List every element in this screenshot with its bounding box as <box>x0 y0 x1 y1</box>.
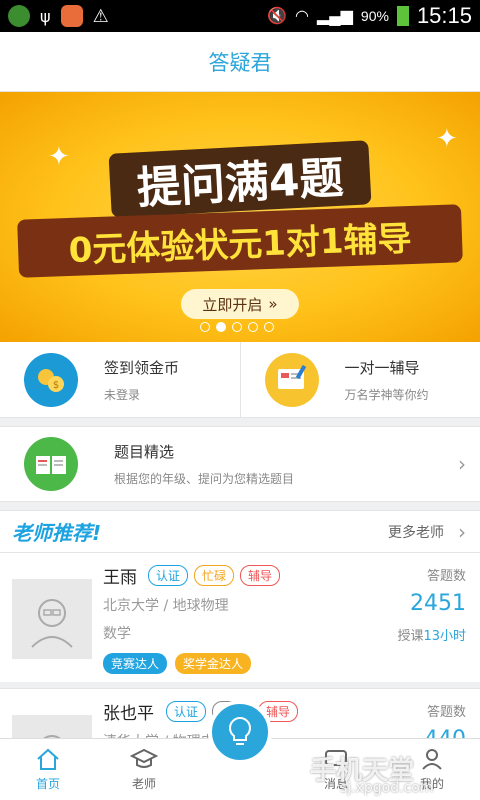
tag-tutoring: 辅导 <box>240 565 281 586</box>
book-icon <box>24 437 78 491</box>
tab-teachers-label: 老师 <box>131 777 156 791</box>
tutor-time: 授课13小时 <box>397 625 466 644</box>
answer-count-label: 答题数 <box>426 569 466 584</box>
double-chevron-icon: » <box>268 295 278 313</box>
usb-icon: ψ <box>40 6 51 26</box>
teacher-name: 王雨 <box>103 568 137 588</box>
promo-banner[interactable]: ✦ ✦ 提问满4题 0元体验状元1对1辅导 立即开启 » <box>0 92 480 342</box>
app-header: 答疑君 <box>0 32 480 92</box>
home-icon <box>37 748 59 770</box>
lightbulb-icon <box>229 716 251 745</box>
carousel-dot[interactable] <box>248 322 258 332</box>
teacher-recommend-title: 老师推荐! <box>12 521 102 545</box>
teacher-avatar <box>12 579 92 659</box>
carousel-indicator <box>200 322 274 332</box>
status-bar: ψ ⚠ 🔇 ◠ ▂▄▆ 90% 15:15 <box>0 0 480 32</box>
badge-scholarship: 奖学金达人 <box>175 653 252 674</box>
banner-start-button[interactable]: 立即开启 » <box>181 289 299 319</box>
store-notification-icon <box>60 5 83 27</box>
tag-status: 忙碌 <box>194 565 235 586</box>
ask-question-button[interactable] <box>208 700 272 764</box>
tutoring-button[interactable]: 一对一辅导 万名学神等你约 <box>239 342 480 417</box>
badge-competition: 竞赛达人 <box>103 653 168 674</box>
app-notification-icon <box>8 5 30 27</box>
more-teachers-link[interactable]: 更多老师 <box>388 522 444 542</box>
answer-count-label: 答题数 <box>426 705 466 720</box>
svg-text:$: $ <box>53 380 59 391</box>
tag-verified: 认证 <box>166 701 207 722</box>
teacher-name: 张也平 <box>103 704 154 724</box>
featured-subtitle: 根据您的年级、提问为您精选题目 <box>114 472 295 486</box>
chevron-right-icon: › <box>458 519 466 544</box>
banner-headline: 提问满4题 <box>108 140 372 218</box>
battery-icon <box>396 6 409 26</box>
tutoring-icon <box>264 352 319 407</box>
battery-percent: 90% <box>360 8 389 24</box>
teacher-recommend-header: 老师推荐! 更多老师 › <box>0 510 480 552</box>
user-icon <box>422 749 442 770</box>
teacher-subject: 数学 <box>103 626 131 642</box>
tutoring-subtitle: 万名学神等你约 <box>344 387 429 402</box>
mute-icon: 🔇 <box>267 8 287 25</box>
teacher-tags: 认证 忙碌 辅导 <box>148 565 281 586</box>
quick-actions: $ 签到领金币 未登录 一对一辅导 万名学神等你约 <box>0 342 480 418</box>
watermark-url: sj.xpgod.com <box>340 780 434 796</box>
tutor-time-label: 授课 <box>397 629 424 644</box>
carousel-dot[interactable] <box>264 322 274 332</box>
sparkle-icon: ✦ <box>48 142 70 172</box>
teacher-school: 北京大学 / 地球物理 <box>103 598 229 614</box>
tab-home[interactable]: 首页 <box>0 739 96 800</box>
wifi-icon: ◠ <box>294 8 309 25</box>
coins-icon: $ <box>24 352 78 407</box>
teacher-badges: 竞赛达人 奖学金达人 <box>103 653 252 674</box>
chevron-right-icon: › <box>458 452 466 476</box>
answer-count: 2451 <box>410 591 466 616</box>
featured-title: 题目精选 <box>114 443 175 461</box>
tutor-time-value: 13小时 <box>423 629 466 644</box>
tab-teachers[interactable]: 老师 <box>96 739 192 800</box>
carousel-dot[interactable] <box>232 322 242 332</box>
tab-home-label: 首页 <box>35 777 60 791</box>
checkin-coins-button[interactable]: $ 签到领金币 未登录 <box>0 342 240 417</box>
tag-verified: 认证 <box>148 565 189 586</box>
graduation-cap-icon <box>130 748 158 768</box>
checkin-title: 签到领金币 <box>104 358 180 377</box>
teacher-card[interactable]: 王雨 认证 忙碌 辅导 北京大学 / 地球物理 数学 竞赛达人 奖学金达人 答题… <box>0 552 480 682</box>
banner-subheadline: 0元体验状元1对1辅导 <box>17 204 463 278</box>
checkin-subtitle: 未登录 <box>104 387 141 402</box>
carousel-dot-active[interactable] <box>216 322 226 332</box>
carousel-dot[interactable] <box>200 322 210 332</box>
signal-icon: ▂▄▆ <box>316 8 353 25</box>
sparkle-icon: ✦ <box>436 124 458 154</box>
warning-icon: ⚠ <box>92 5 109 27</box>
clock: 15:15 <box>416 3 472 28</box>
page-title: 答疑君 <box>208 50 272 75</box>
featured-questions-row[interactable]: 题目精选 根据您的年级、提问为您精选题目 › <box>0 426 480 502</box>
banner-start-label: 立即开启 <box>202 295 263 314</box>
tutoring-title: 一对一辅导 <box>344 358 420 377</box>
